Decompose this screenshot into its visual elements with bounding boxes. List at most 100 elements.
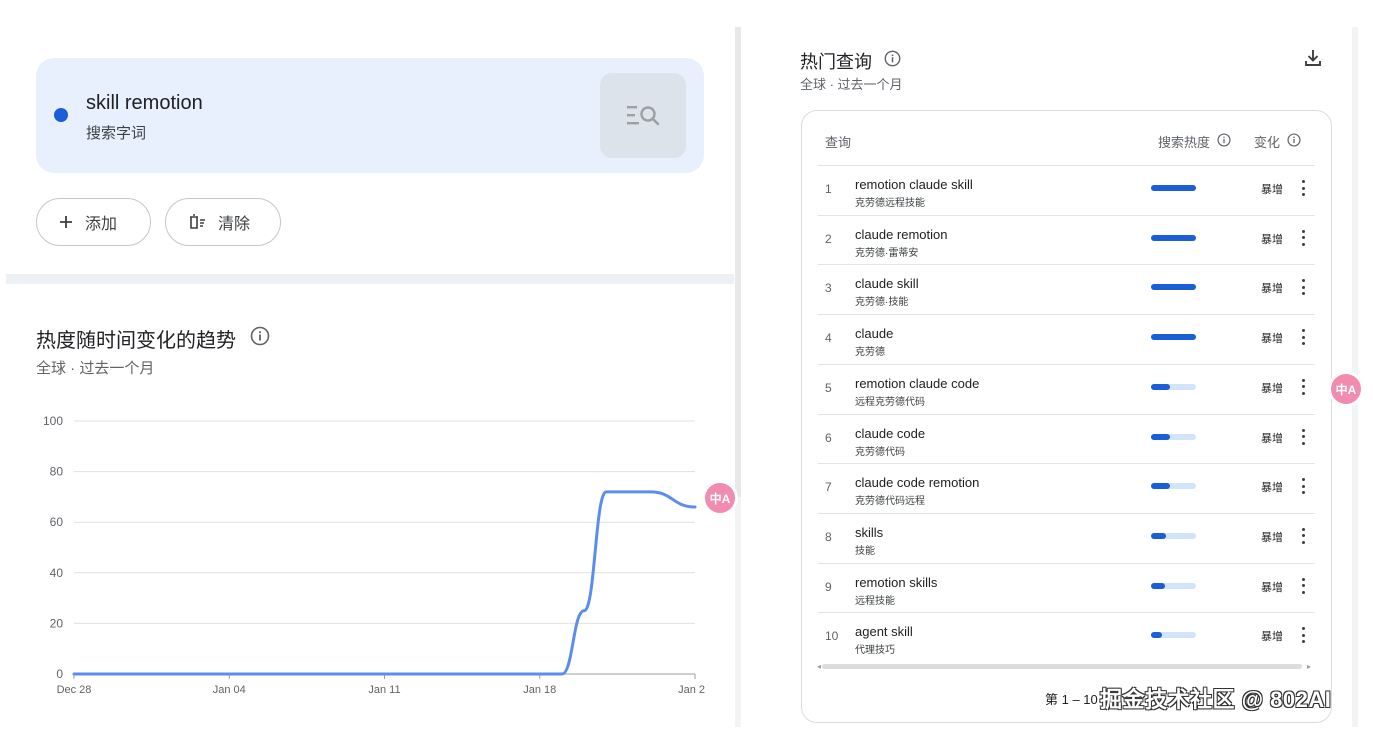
x-tick-label: Jan 11	[368, 684, 400, 696]
y-tick-label: 100	[43, 414, 63, 428]
x-tick-label: Jan 2	[678, 684, 705, 696]
table-row[interactable]: 1 remotion claude skill 克劳德远程技能 暴增	[818, 165, 1315, 215]
info-icon[interactable]	[884, 50, 901, 72]
search-heat-bar-fill	[1151, 234, 1196, 241]
y-tick-label: 40	[50, 566, 64, 580]
change-label: 暴增	[1261, 581, 1283, 594]
more-vert-icon[interactable]	[1298, 277, 1308, 297]
query-text[interactable]: claude skill	[855, 276, 919, 291]
table-row[interactable]: 6 claude code 克劳德代码 暴增	[818, 414, 1315, 464]
query-translation: 代理技巧	[855, 645, 895, 657]
search-heat-bar-fill	[1151, 284, 1196, 291]
table-horizontal-scrollbar[interactable]	[822, 664, 1302, 669]
search-heat-bar-fill	[1151, 185, 1196, 191]
change-label: 暴增	[1261, 482, 1283, 495]
page-scrollbar-thumb[interactable]	[735, 27, 741, 497]
table-row[interactable]: 7 claude code remotion 克劳德代码远程 暴增	[818, 463, 1315, 513]
plus-icon	[59, 215, 73, 229]
download-icon[interactable]	[1303, 48, 1323, 68]
search-list-icon[interactable]	[600, 73, 686, 158]
search-heat-bar	[1151, 383, 1196, 390]
x-tick-label: Dec 28	[57, 684, 92, 696]
translate-icon[interactable]: 中A	[1331, 374, 1361, 404]
table-row[interactable]: 4 claude 克劳德 暴增	[818, 314, 1315, 364]
translate-icon[interactable]: 中A	[705, 483, 735, 513]
more-vert-icon[interactable]	[1298, 427, 1308, 447]
scroll-left-arrow-icon[interactable]: ◂	[817, 662, 821, 671]
query-translation: 克劳德	[855, 347, 885, 359]
query-text[interactable]: remotion skills	[855, 575, 937, 590]
query-text[interactable]: claude code remotion	[855, 475, 979, 490]
add-term-label: 添加	[85, 216, 118, 233]
more-vert-icon[interactable]	[1298, 377, 1308, 397]
y-tick-label: 60	[50, 515, 64, 529]
row-rank: 4	[825, 331, 832, 346]
query-text[interactable]: remotion claude skill	[855, 177, 973, 192]
more-vert-icon[interactable]	[1298, 476, 1308, 496]
query-text[interactable]: claude code	[855, 426, 925, 441]
row-rank: 1	[825, 182, 832, 196]
query-text[interactable]: claude	[855, 326, 893, 341]
table-row[interactable]: 10 agent skill 代理技巧 暴增	[818, 612, 1315, 662]
row-rank: 7	[825, 480, 832, 495]
y-tick-label: 20	[50, 616, 64, 630]
query-text[interactable]: skills	[855, 525, 883, 540]
info-icon[interactable]	[250, 326, 270, 352]
query-text[interactable]: agent skill	[855, 624, 913, 639]
more-vert-icon[interactable]	[1298, 178, 1308, 198]
row-rank: 9	[825, 579, 832, 594]
query-text[interactable]: remotion claude code	[855, 376, 979, 391]
x-tick-label: Jan 04	[213, 684, 246, 696]
query-text[interactable]: claude remotion	[855, 227, 948, 242]
info-icon[interactable]	[1217, 133, 1231, 150]
clear-terms-button[interactable]: 清除	[165, 198, 281, 246]
search-heat-bar	[1151, 284, 1196, 291]
pagination-range: 第 1 – 10	[1045, 692, 1098, 707]
query-translation: 克劳德远程技能	[855, 198, 925, 209]
more-vert-icon[interactable]	[1298, 228, 1308, 248]
query-translation: 克劳德代码远程	[855, 496, 925, 508]
trend-line-chart: 0 20 40 60 80 100 Dec 28 Jan 04 Jan 11 Jan 18 Jan …	[43, 414, 705, 696]
search-heat-bar	[1151, 433, 1196, 440]
table-row[interactable]: 8 skills 技能 暴增	[818, 513, 1315, 563]
change-label: 暴增	[1261, 333, 1283, 346]
section-divider	[6, 274, 734, 284]
column-header-query-label: 查询	[825, 135, 852, 150]
change-label: 暴增	[1261, 233, 1283, 246]
search-heat-bar-fill	[1151, 433, 1170, 440]
search-heat-bar	[1151, 632, 1196, 639]
more-vert-icon[interactable]	[1298, 327, 1308, 347]
y-tick-label: 80	[50, 465, 64, 479]
search-heat-bar-fill	[1151, 334, 1196, 341]
watermark-text: 掘金技术社区 @ 802AI	[1100, 687, 1332, 712]
row-rank: 6	[825, 430, 832, 445]
change-label: 暴增	[1261, 184, 1283, 196]
search-term-card[interactable]: skill remotion 搜索字词	[36, 58, 704, 173]
change-label: 暴增	[1261, 631, 1283, 644]
search-heat-bar	[1151, 532, 1196, 539]
related-queries-subtitle: 全球 · 过去一个月	[800, 77, 903, 92]
trend-series-line	[72, 490, 697, 676]
info-icon[interactable]	[1287, 133, 1301, 150]
search-term-name[interactable]: skill remotion	[86, 92, 203, 115]
add-term-button[interactable]: 添加	[36, 198, 151, 246]
table-row[interactable]: 3 claude skill 克劳德·技能 暴增	[818, 264, 1315, 314]
search-heat-bar-fill	[1151, 532, 1166, 539]
query-translation: 远程技能	[855, 595, 895, 607]
row-rank: 2	[825, 231, 832, 246]
scroll-right-arrow-icon[interactable]: ▸	[1307, 662, 1311, 671]
trend-title: 热度随时间变化的趋势	[36, 324, 270, 353]
table-row[interactable]: 5 remotion claude code 远程克劳德代码 暴增	[818, 364, 1315, 414]
column-header-change: 变化	[1254, 132, 1301, 151]
column-header-query: 查询	[825, 132, 851, 151]
change-label: 暴增	[1261, 531, 1283, 544]
more-vert-icon[interactable]	[1298, 576, 1308, 596]
table-row[interactable]: 9 remotion skills 远程技能 暴增	[818, 563, 1315, 613]
table-row[interactable]: 2 claude remotion 克劳德·雷蒂安 暴增	[818, 215, 1315, 265]
search-heat-bar	[1151, 483, 1196, 490]
clear-list-icon	[188, 214, 206, 230]
related-queries-title-text: 热门查询	[800, 52, 872, 72]
more-vert-icon[interactable]	[1298, 526, 1308, 546]
more-vert-icon[interactable]	[1298, 625, 1308, 645]
term-color-dot	[54, 108, 68, 122]
